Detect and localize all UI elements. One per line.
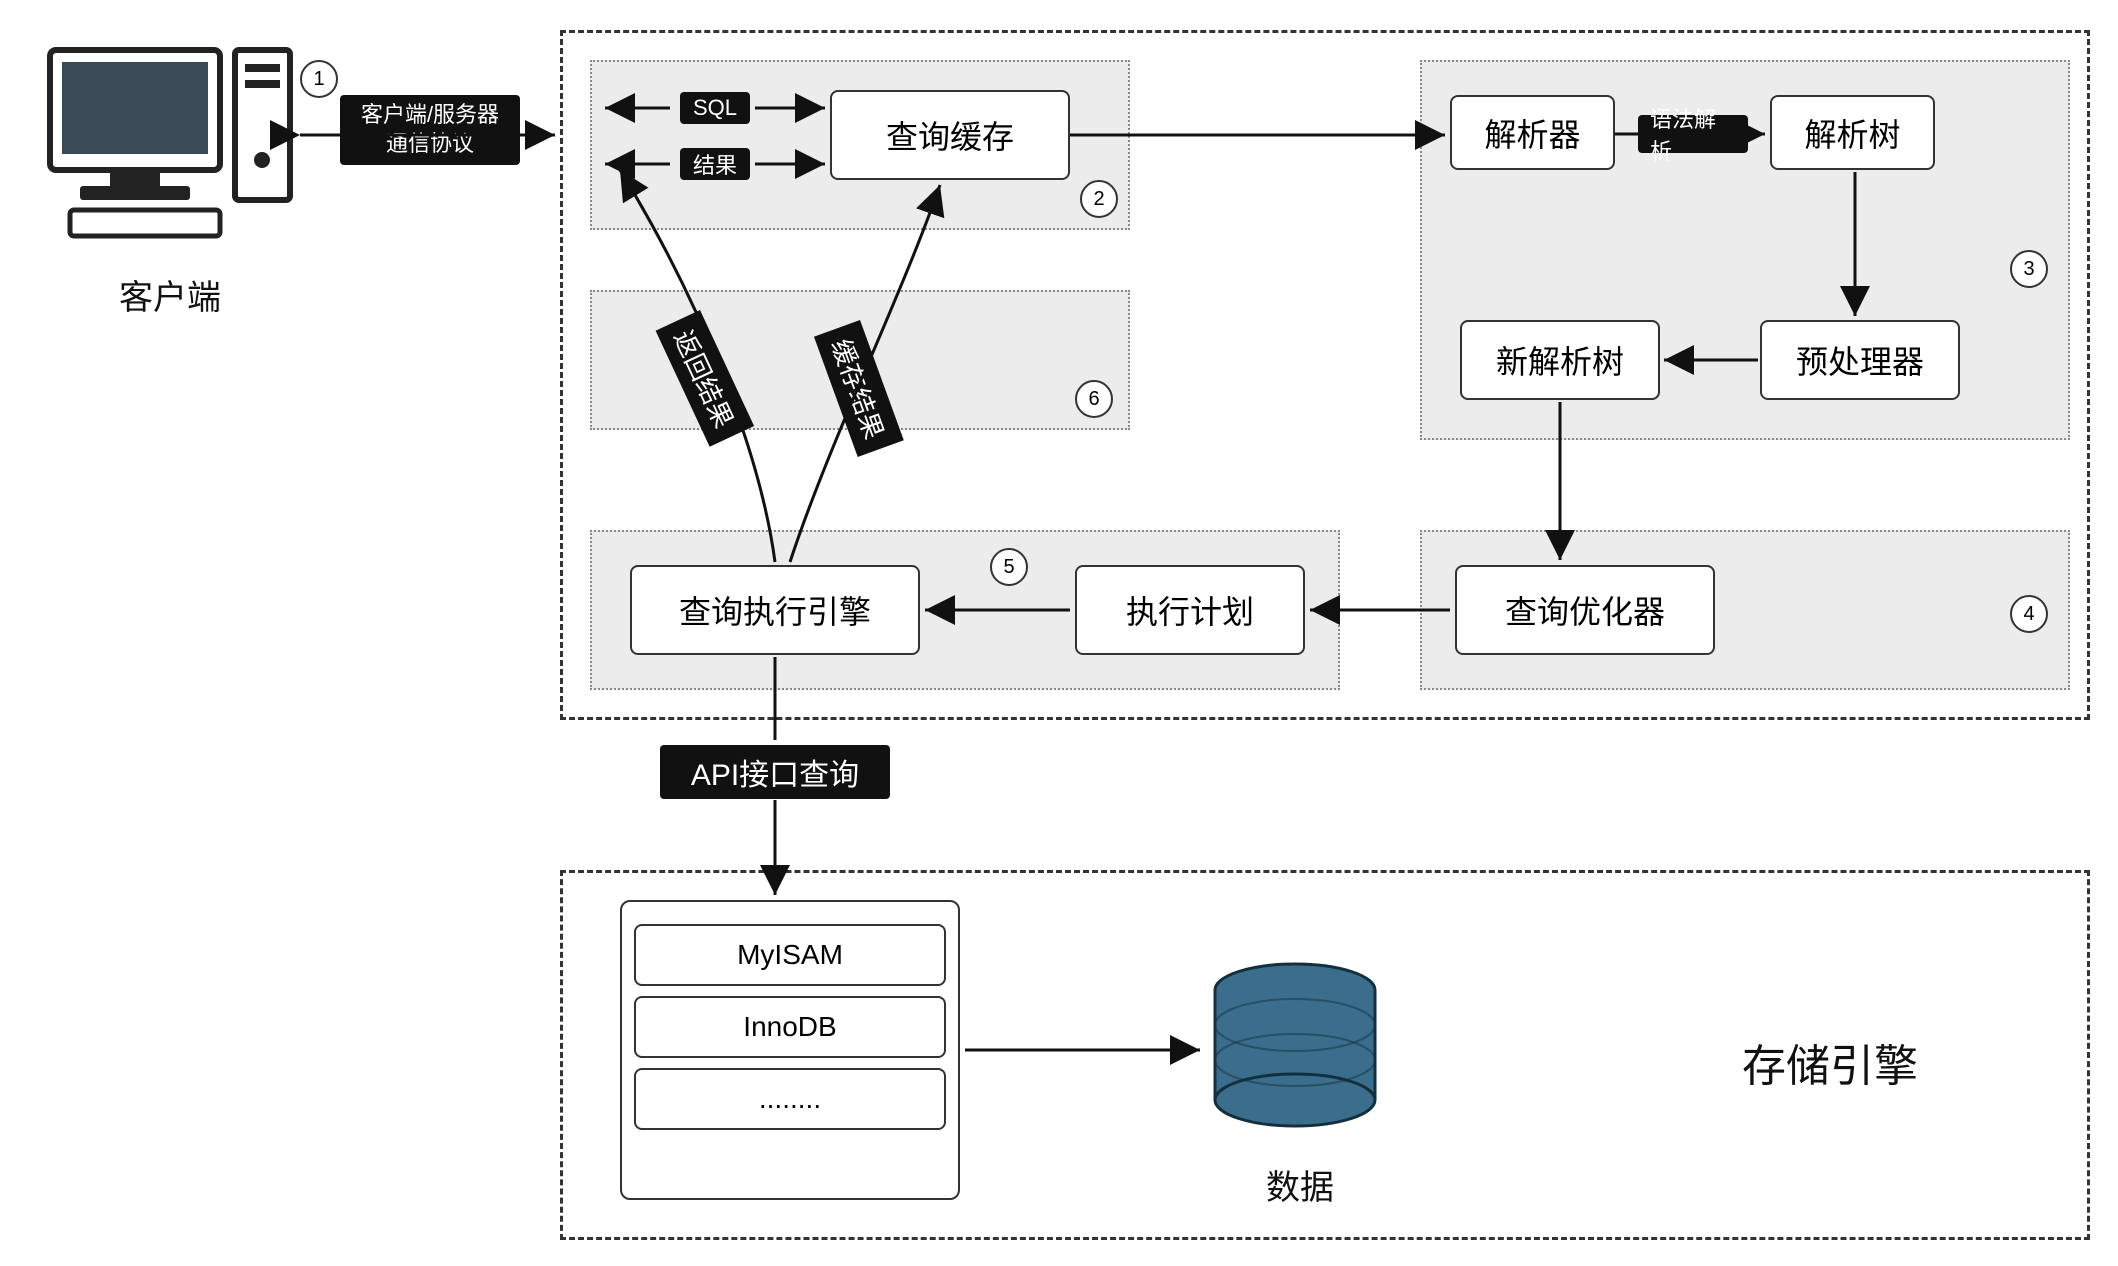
- text-query-cache: 查询缓存: [886, 112, 1014, 158]
- chip-api-query: API接口查询: [660, 745, 890, 799]
- box-parse-tree: 解析树: [1770, 95, 1935, 170]
- step-6: 6: [1075, 380, 1113, 418]
- diagram-canvas: 客户端 查询缓存 SQL 结果 2 解析器 语法解析 解析树 预处理器 新解析树…: [0, 0, 2118, 1266]
- engine-etc: ........: [634, 1068, 946, 1130]
- step-4: 4: [2010, 595, 2048, 633]
- step-1: 1: [300, 60, 338, 98]
- box-exec-plan: 执行计划: [1075, 565, 1305, 655]
- data-label: 数据: [1240, 1160, 1360, 1209]
- chip-sql: SQL: [680, 92, 750, 124]
- chip-protocol: 客户端/服务器 通信协议: [340, 95, 520, 165]
- box-exec-engine: 查询执行引擎: [630, 565, 920, 655]
- box-parser: 解析器: [1450, 95, 1615, 170]
- box-preprocessor: 预处理器: [1760, 320, 1960, 400]
- engine-myisam: MyISAM: [634, 924, 946, 986]
- database-icon: [1205, 960, 1385, 1155]
- client-icon: [40, 40, 300, 265]
- storage-title: 存储引擎: [1700, 1030, 1960, 1094]
- client-label: 客户端: [80, 270, 260, 319]
- chip-syntax-parse: 语法解析: [1638, 115, 1748, 153]
- step-3: 3: [2010, 250, 2048, 288]
- engine-innodb: InnoDB: [634, 996, 946, 1058]
- chip-result: 结果: [680, 148, 750, 180]
- box-new-parse-tree: 新解析树: [1460, 320, 1660, 400]
- box-optimizer: 查询优化器: [1455, 565, 1715, 655]
- step-2: 2: [1080, 180, 1118, 218]
- engine-stack: MyISAM InnoDB ........: [620, 900, 960, 1200]
- box-query-cache: 查询缓存: [830, 90, 1070, 180]
- step-5: 5: [990, 548, 1028, 586]
